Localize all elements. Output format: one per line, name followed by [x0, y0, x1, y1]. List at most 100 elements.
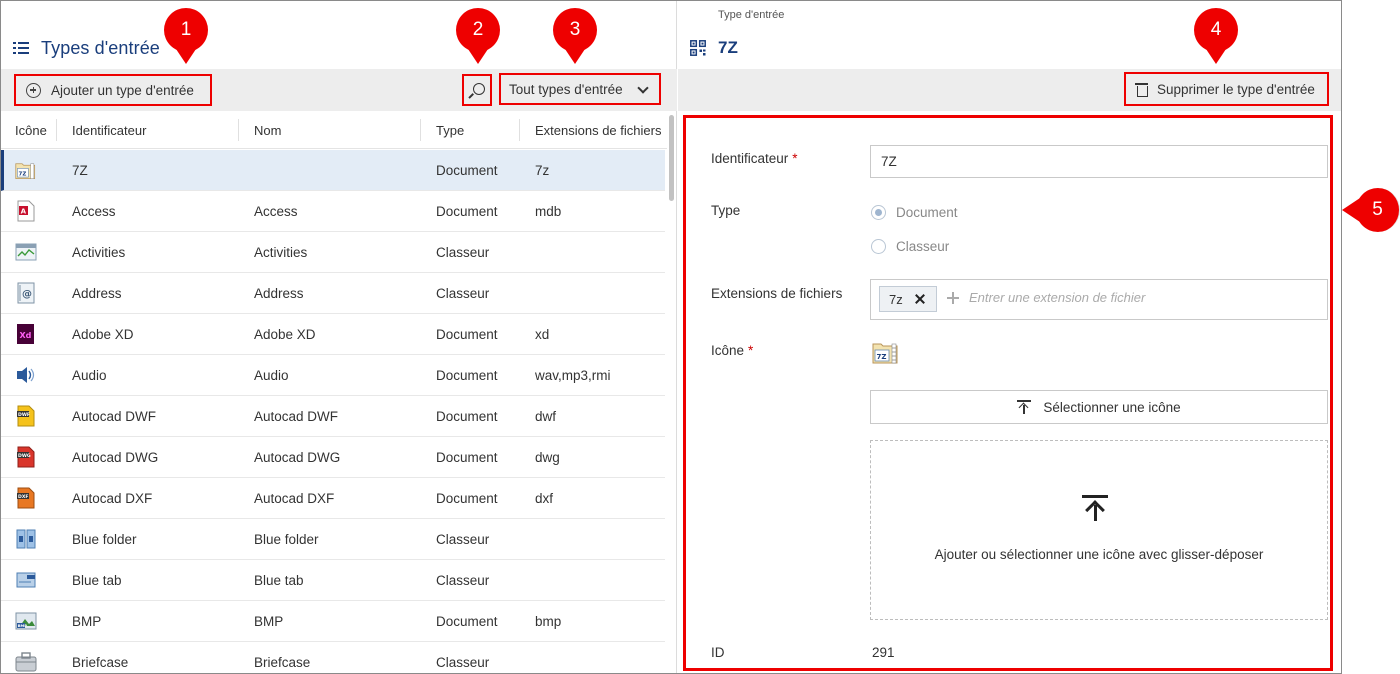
- trash-icon: [1135, 82, 1148, 97]
- callout-3: 3: [553, 8, 597, 64]
- column-header-name[interactable]: Nom: [254, 111, 281, 149]
- cell-extensions: wav,mp3,rmi: [535, 367, 611, 383]
- cell-type: Classeur: [436, 531, 490, 547]
- cell-identifier: Autocad DXF: [72, 490, 153, 506]
- cell-type: Document: [436, 162, 498, 178]
- cell-name: Adobe XD: [254, 326, 316, 342]
- table-row[interactable]: Audio Audio Document wav,mp3,rmi: [1, 355, 665, 396]
- upload-icon: [1017, 400, 1032, 414]
- briefcase-icon: [15, 651, 37, 673]
- cell-type: Document: [436, 408, 498, 424]
- cell-name: Audio: [254, 367, 289, 383]
- radio-unselected-icon: [871, 239, 886, 254]
- identifier-input[interactable]: 7Z: [870, 145, 1328, 178]
- callout-4: 4: [1194, 8, 1238, 64]
- cell-identifier: Audio: [72, 367, 107, 383]
- entry-types-list-pane: Types d'entrée Ajouter un type d'entrée …: [1, 1, 677, 673]
- column-header-identifier[interactable]: Identificateur: [72, 111, 146, 149]
- cell-name: BMP: [254, 613, 284, 629]
- 7z-archive-icon: 7Z: [15, 159, 37, 181]
- cell-identifier: Briefcase: [72, 654, 129, 670]
- type-radio-document[interactable]: Document: [871, 205, 958, 220]
- cell-identifier: Address: [72, 285, 122, 301]
- cell-identifier: Access: [72, 203, 116, 219]
- cell-identifier: Autocad DWG: [72, 449, 159, 465]
- cell-identifier: BMP: [72, 613, 102, 629]
- detail-header: 7Z: [690, 35, 738, 61]
- detail-title: 7Z: [718, 38, 738, 57]
- blue-folder-icon: [15, 528, 37, 550]
- entry-type-icon: [690, 40, 706, 56]
- page-title: Types d'entrée: [41, 37, 160, 58]
- list-header: Types d'entrée: [13, 35, 160, 61]
- table-row[interactable]: Blue tab Blue tab Classeur: [1, 560, 665, 601]
- callout-5: 5: [1342, 188, 1400, 232]
- extensions-field[interactable]: 7z Entrer une extension de fichier: [870, 279, 1328, 320]
- list-scrollbar-thumb[interactable]: [669, 115, 674, 201]
- cell-extensions: dwg: [535, 449, 560, 465]
- 7z-archive-icon: 7Z: [872, 343, 898, 364]
- add-extension-icon[interactable]: [947, 292, 959, 304]
- add-entry-type-button[interactable]: Ajouter un type d'entrée: [14, 74, 212, 106]
- table-row[interactable]: DXF Autocad DXF Autocad DXF Document dxf: [1, 478, 665, 519]
- detail-subtitle: Type d'entrée: [718, 9, 785, 21]
- cell-type: Document: [436, 449, 498, 465]
- detail-toolbar: Supprimer le type d'entrée: [678, 69, 1341, 111]
- callout-1: 1: [164, 8, 208, 64]
- cell-type: Document: [436, 490, 498, 506]
- delete-entry-type-label: Supprimer le type d'entrée: [1157, 81, 1315, 97]
- cell-type: Classeur: [436, 285, 490, 301]
- address-icon: @: [15, 282, 37, 304]
- table-row[interactable]: Activities Activities Classeur: [1, 232, 665, 273]
- cell-type: Document: [436, 613, 498, 629]
- radio-selected-icon: [871, 205, 886, 220]
- column-header-extensions[interactable]: Extensions de fichiers: [535, 111, 661, 149]
- svg-text:7Z: 7Z: [877, 353, 887, 361]
- access-icon: A: [15, 200, 37, 222]
- autocad-dxf-icon: DXF: [15, 487, 37, 509]
- app-window: Types d'entrée Ajouter un type d'entrée …: [0, 0, 1342, 674]
- table-row[interactable]: @ Address Address Classeur: [1, 273, 665, 314]
- cell-type: Classeur: [436, 654, 490, 670]
- search-button[interactable]: [462, 74, 492, 106]
- add-circle-icon: [26, 82, 41, 98]
- audio-icon: [15, 364, 37, 386]
- type-radio-classeur[interactable]: Classeur: [871, 239, 949, 254]
- cell-identifier: Blue folder: [72, 531, 137, 547]
- table-row[interactable]: Briefcase Briefcase Classeur: [1, 642, 665, 673]
- svg-text:A: A: [21, 208, 27, 216]
- type-filter-dropdown[interactable]: Tout types d'entrée: [499, 73, 661, 105]
- svg-text:DWF: DWF: [18, 412, 30, 418]
- list-scrollbar[interactable]: [667, 111, 677, 673]
- delete-entry-type-button[interactable]: Supprimer le type d'entrée: [1124, 72, 1329, 106]
- table-row[interactable]: 7Z 7Z Document 7z: [1, 150, 665, 191]
- column-header-icon[interactable]: Icône: [15, 111, 47, 149]
- cell-type: Document: [436, 367, 498, 383]
- svg-text:BMP: BMP: [18, 623, 28, 628]
- entry-type-form: Identificateur * 7Z Type Document Classeu…: [683, 115, 1333, 671]
- blue-tab-icon: [15, 569, 37, 591]
- cell-extensions: bmp: [535, 613, 562, 629]
- svg-text:DWG: DWG: [18, 453, 31, 459]
- table-row[interactable]: Xd Adobe XD Adobe XD Document xd: [1, 314, 665, 355]
- cell-name: Autocad DWG: [254, 449, 341, 465]
- svg-text:Xd: Xd: [20, 331, 32, 340]
- autocad-dwf-icon: DWF: [15, 405, 37, 427]
- select-icon-button[interactable]: Sélectionner une icône: [870, 390, 1328, 424]
- table-row[interactable]: DWF Autocad DWF Autocad DWF Document dwf: [1, 396, 665, 437]
- column-header-type[interactable]: Type: [436, 111, 464, 149]
- remove-chip-icon[interactable]: [915, 294, 925, 304]
- cell-name: Address: [254, 285, 304, 301]
- cell-name: Activities: [254, 244, 308, 260]
- table-row[interactable]: A Access Access Document mdb: [1, 191, 665, 232]
- add-entry-type-label: Ajouter un type d'entrée: [51, 82, 194, 98]
- extension-chip: 7z: [879, 286, 937, 312]
- cell-name: Autocad DXF: [254, 490, 335, 506]
- extension-input-placeholder[interactable]: Entrer une extension de fichier: [969, 290, 1145, 305]
- table-row[interactable]: BMP BMP BMP Document bmp: [1, 601, 665, 642]
- table-row[interactable]: Blue folder Blue folder Classeur: [1, 519, 665, 560]
- entry-type-detail-pane: Type d'entrée 7Z Supprimer le type d'ent…: [678, 1, 1341, 673]
- icon-drop-zone[interactable]: Ajouter ou sélectionner une icône avec g…: [870, 440, 1328, 620]
- table-row[interactable]: DWG Autocad DWG Autocad DWG Document dwg: [1, 437, 665, 478]
- list-icon: [13, 41, 29, 55]
